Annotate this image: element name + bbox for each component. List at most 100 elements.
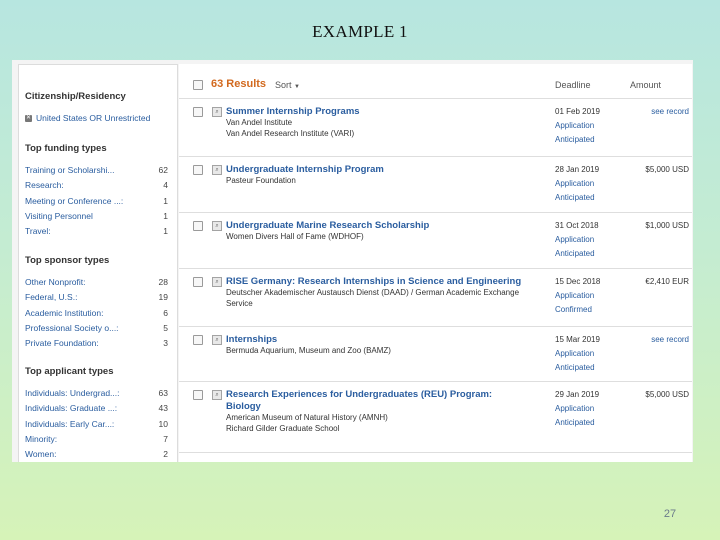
sidebar-filter-label: Professional Society o...: (25, 322, 119, 333)
sidebar-filter-label: Travel: (25, 226, 51, 237)
sidebar-filter-count: 6 (163, 307, 168, 318)
result-title-link[interactable]: Undergraduate Marine Research Scholarshi… (226, 220, 429, 231)
chevron-down-icon: ▼ (294, 84, 300, 90)
result-amount: €2,410 EUR (645, 277, 689, 286)
row-divider (179, 326, 692, 327)
result-deadline-status: Application (555, 179, 595, 188)
sidebar-filter-label: Academic Institution: (25, 307, 104, 318)
sort-label: Sort (275, 80, 292, 90)
filter-sidebar: Citizenship/Residency ✕ United States OR … (18, 64, 178, 462)
result-deadline: 31 Oct 2018 (555, 221, 599, 230)
result-title-link[interactable]: RISE Germany: Research Internships in Sc… (226, 276, 521, 287)
citizenship-heading: Citizenship/Residency (25, 91, 126, 102)
sidebar-filter-label: Meeting or Conference ...: (25, 195, 124, 206)
result-deadline-status: Application (555, 291, 595, 300)
result-checkbox[interactable] (193, 335, 203, 345)
sidebar-filter-count: 1 (163, 210, 168, 221)
record-icon[interactable]: ⌕ (212, 335, 222, 345)
result-amount: $1,000 USD (645, 221, 689, 230)
sidebar-filter-count: 63 (158, 388, 168, 398)
result-sponsor: Bermuda Aquarium, Museum and Zoo (BAMZ) (226, 346, 391, 355)
result-sponsor: Women Divers Hall of Fame (WDHOF) (226, 232, 364, 241)
result-title-link[interactable]: Biology (226, 401, 261, 412)
sidebar-filter-count: 3 (163, 338, 168, 349)
column-deadline[interactable]: Deadline (555, 80, 591, 90)
sidebar-filter-count: 43 (158, 403, 168, 414)
result-title-link[interactable]: Summer Internship Programs (226, 106, 360, 117)
row-divider (179, 452, 692, 453)
result-amount[interactable]: see record (619, 107, 689, 116)
record-icon[interactable]: ⌕ (212, 277, 222, 287)
row-divider (179, 381, 692, 382)
sidebar-filter-label: Visiting Personnel (25, 210, 93, 221)
result-deadline-status: Application (555, 404, 595, 413)
result-title-link[interactable]: Research Experiences for Undergraduates … (226, 389, 492, 400)
sidebar-filter-label: Women: (25, 449, 57, 460)
sidebar-filter-label: Federal, U.S.: (25, 292, 78, 303)
result-sponsor: Service (226, 299, 253, 308)
result-checkbox[interactable] (193, 390, 203, 400)
result-deadline-status: Application (555, 235, 595, 244)
record-icon[interactable]: ⌕ (212, 165, 222, 175)
result-amount: $5,000 USD (645, 165, 689, 174)
result-checkbox[interactable] (193, 107, 203, 117)
sidebar-filter-label: Individuals: Undergrad...: (25, 388, 120, 398)
sidebar-filter-count: 5 (163, 322, 168, 333)
sidebar-filter-label: Training or Scholarshi... (25, 165, 115, 175)
result-deadline-status: Application (555, 349, 595, 358)
result-sponsor: Van Andel Research Institute (VARI) (226, 129, 355, 138)
result-sponsor: Deutscher Akademischer Austausch Dienst … (226, 288, 520, 297)
result-deadline: 15 Dec 2018 (555, 277, 601, 286)
row-divider (179, 156, 692, 157)
result-deadline-status: Anticipated (555, 363, 595, 372)
sidebar-filter-label: Research: (25, 180, 64, 191)
slide-title: EXAMPLE 1 (312, 22, 408, 41)
result-title-link[interactable]: Internships (226, 334, 277, 345)
record-icon[interactable]: ⌕ (212, 221, 222, 231)
sidebar-filter-label: Minority: (25, 433, 58, 444)
sidebar-filter-count: 62 (158, 165, 168, 175)
sort-dropdown[interactable]: Sort ▼ (275, 80, 300, 90)
result-deadline-status: Anticipated (555, 135, 595, 144)
sidebar-section-heading: Top sponsor types (25, 255, 110, 266)
sidebar-filter-label: Individuals: Graduate ...: (25, 403, 118, 414)
sidebar-filter-label: Private Foundation: (25, 338, 99, 349)
result-checkbox[interactable] (193, 277, 203, 287)
record-icon[interactable]: ⌕ (212, 107, 222, 117)
result-checkbox[interactable] (193, 165, 203, 175)
result-sponsor: Richard Gilder Graduate School (226, 424, 340, 433)
result-deadline-status: Confirmed (555, 305, 592, 314)
results-panel: 63 Results Sort ▼ Deadline Amount ⌕ Summe… (179, 64, 692, 462)
row-divider (179, 98, 692, 99)
result-sponsor: Van Andel Institute (226, 118, 293, 127)
result-deadline: 01 Feb 2019 (555, 107, 600, 116)
result-deadline-status: Anticipated (555, 418, 595, 427)
remove-filter-icon[interactable]: ✕ (25, 115, 32, 123)
result-checkbox[interactable] (193, 221, 203, 231)
sidebar-filter-count: 19 (158, 292, 168, 303)
citizenship-filter[interactable]: ✕ United States OR Unrestricted (25, 113, 150, 123)
result-amount: $5,000 USD (645, 390, 689, 399)
embedded-screenshot: Citizenship/Residency ✕ United States OR … (12, 60, 693, 462)
column-amount[interactable]: Amount (630, 80, 661, 90)
results-count: 63 Results (211, 78, 267, 90)
sidebar-filter-count: 7 (163, 433, 168, 444)
result-deadline: 28 Jan 2019 (555, 165, 600, 174)
sidebar-filter-count: 28 (158, 277, 168, 287)
select-all-checkbox[interactable] (193, 80, 203, 90)
sidebar-filter-count: 10 (158, 418, 168, 429)
sidebar-filter-count: 2 (163, 449, 168, 460)
sidebar-section-heading: Top funding types (25, 143, 107, 154)
result-deadline-status: Anticipated (555, 249, 595, 258)
sidebar-section-heading: Top applicant types (25, 366, 114, 377)
result-sponsor: Pasteur Foundation (226, 176, 296, 185)
sidebar-filter-count: 1 (163, 226, 168, 237)
sidebar-filter-count: 4 (163, 180, 168, 191)
result-title-link[interactable]: Undergraduate Internship Program (226, 164, 384, 175)
row-divider (179, 268, 692, 269)
row-divider (179, 212, 692, 213)
record-icon[interactable]: ⌕ (212, 390, 222, 400)
page-number: 27 (663, 508, 677, 520)
sidebar-filter-label: Other Nonprofit: (25, 277, 86, 287)
result-amount[interactable]: see record (619, 335, 689, 344)
